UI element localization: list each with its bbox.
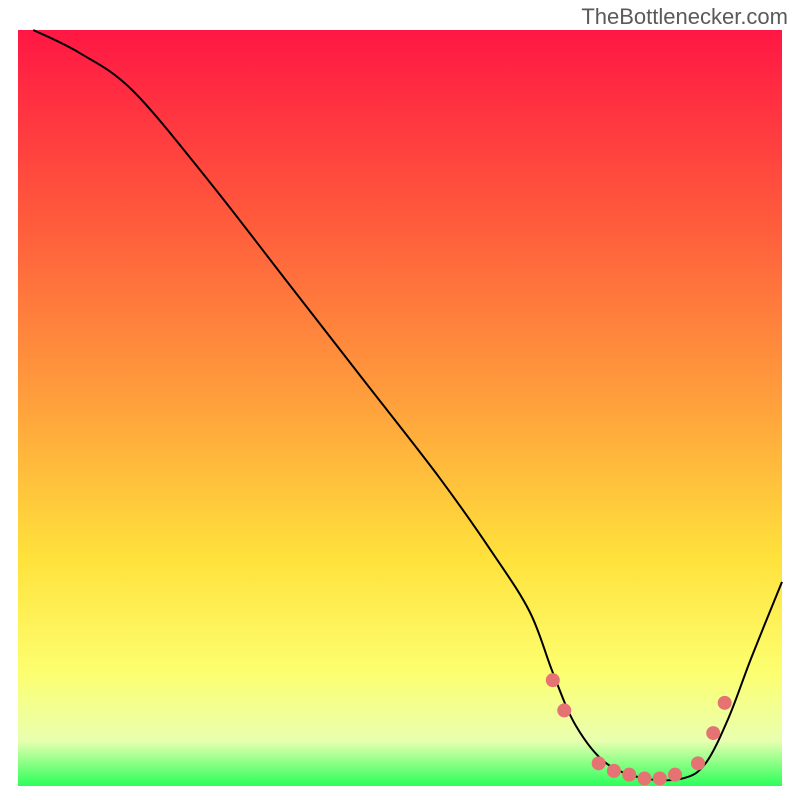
highlight-dot <box>592 756 606 770</box>
bottleneck-chart <box>0 0 800 800</box>
highlight-dot <box>691 756 705 770</box>
highlight-dot <box>607 764 621 778</box>
highlight-dot <box>622 768 636 782</box>
highlight-dot <box>668 768 682 782</box>
highlight-dot <box>637 771 651 785</box>
highlight-dot <box>653 771 667 785</box>
gradient-background <box>18 30 782 786</box>
watermark-text: TheBottlenecker.com <box>581 4 788 30</box>
chart-container: TheBottlenecker.com <box>0 0 800 800</box>
highlight-dot <box>706 726 720 740</box>
highlight-dot <box>546 673 560 687</box>
highlight-dot <box>557 703 571 717</box>
highlight-dot <box>718 696 732 710</box>
